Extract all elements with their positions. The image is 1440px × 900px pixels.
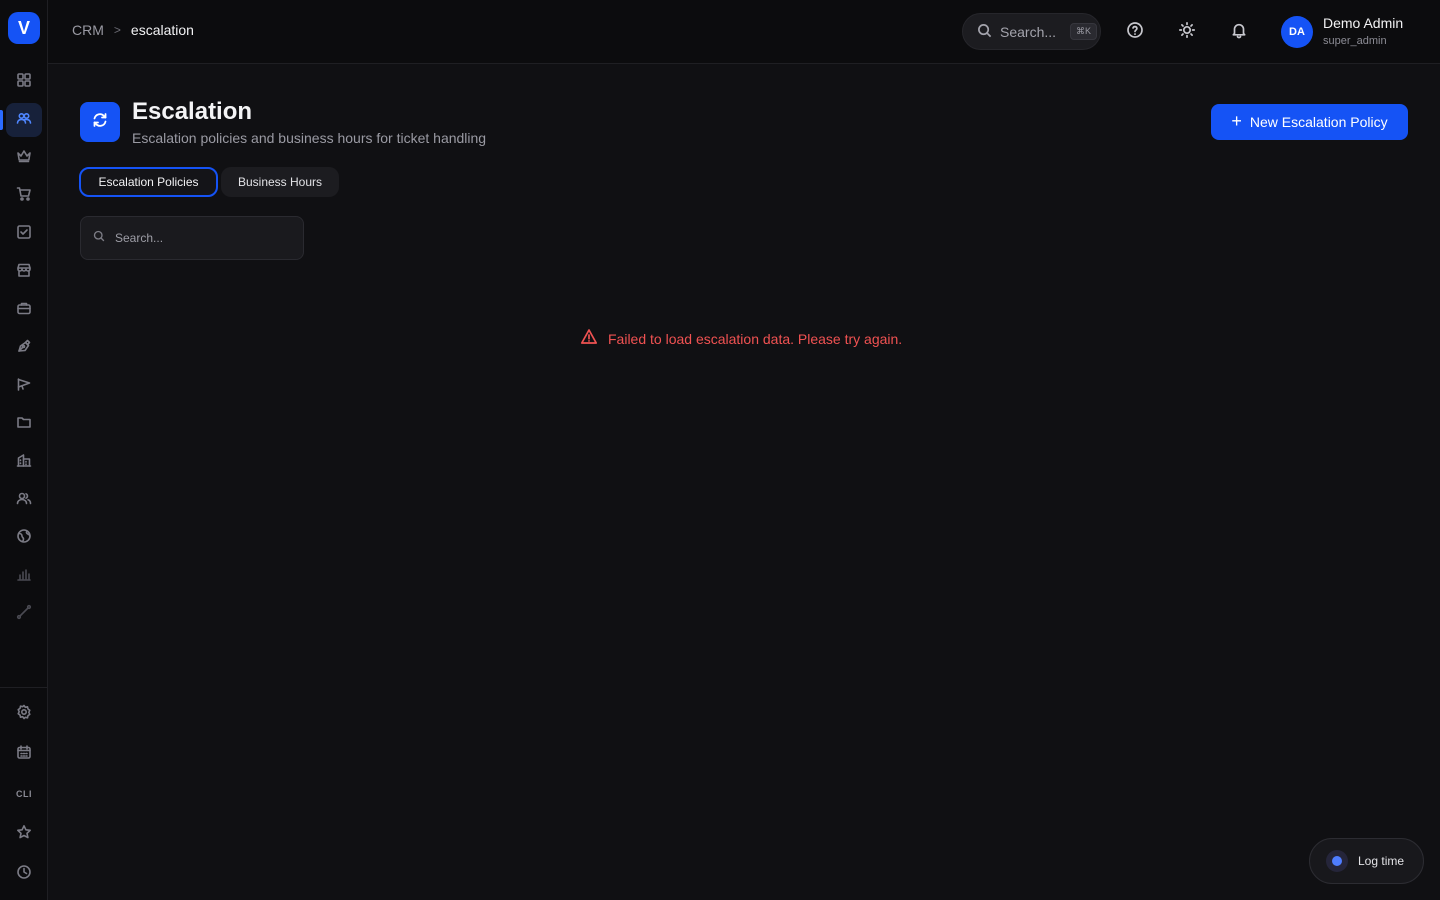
search-input[interactable] — [115, 231, 285, 245]
calendar-icon — [16, 744, 32, 765]
page-subtitle: Escalation policies and business hours f… — [132, 130, 487, 146]
sidebar-item-tasks[interactable] — [6, 217, 42, 251]
sidebar-item-design[interactable] — [6, 331, 42, 365]
log-time-button[interactable]: Log time — [1309, 838, 1424, 884]
page-title: Escalation — [132, 98, 253, 125]
sidebar-item-crown[interactable] — [6, 141, 42, 175]
sidebar-item-campaigns[interactable] — [6, 369, 42, 403]
global-search-button[interactable]: Search... ⌘K — [962, 13, 1101, 50]
page-icon — [80, 102, 120, 142]
sidebar-divider — [0, 687, 48, 688]
sun-icon — [1178, 21, 1196, 44]
keyboard-shortcut-badge: ⌘K — [1070, 23, 1098, 40]
megaphone-icon — [16, 376, 32, 397]
star-icon — [16, 824, 32, 845]
top-bar: CRM > escalation Search... ⌘K DA Demo Ad… — [48, 0, 1440, 64]
sidebar-item-cli[interactable]: CLI — [6, 777, 42, 811]
sidebar-item-files[interactable] — [6, 407, 42, 441]
crown-icon — [16, 148, 32, 169]
search-field[interactable] — [80, 216, 304, 260]
sidebar-item-favorites[interactable] — [6, 817, 42, 851]
bar-chart-icon — [16, 566, 32, 587]
sidebar-item-web[interactable] — [6, 521, 42, 555]
log-time-label: Log time — [1358, 854, 1405, 868]
active-indicator — [0, 110, 3, 130]
folder-icon — [16, 414, 32, 435]
pen-tool-icon — [16, 338, 32, 359]
sidebar-item-team[interactable] — [6, 483, 42, 517]
help-button[interactable] — [1123, 20, 1147, 44]
sidebar-item-store[interactable] — [6, 255, 42, 289]
users-icon — [16, 110, 32, 131]
sidebar-item-dashboard[interactable] — [6, 65, 42, 99]
breadcrumb: CRM > escalation — [72, 22, 194, 38]
search-icon — [93, 229, 105, 247]
building-icon — [16, 452, 32, 473]
error-text: Failed to load escalation data. Please t… — [608, 330, 903, 347]
breadcrumb-current: escalation — [130, 22, 194, 38]
shopping-cart-icon — [16, 186, 32, 207]
sidebar-item-settings[interactable] — [6, 697, 42, 731]
user-name[interactable]: Demo Admin — [1323, 15, 1403, 31]
theme-toggle-button[interactable] — [1175, 20, 1199, 44]
app-logo[interactable]: V — [8, 12, 40, 44]
refresh-arrows-icon — [90, 110, 110, 135]
store-icon — [16, 262, 32, 283]
dashboard-grid-icon — [16, 72, 32, 93]
cli-icon: CLI — [16, 789, 32, 799]
settings-gear-icon — [16, 704, 32, 725]
timer-icon — [1326, 850, 1348, 872]
sidebar-item-crm[interactable] — [6, 103, 42, 137]
briefcase-icon — [16, 300, 32, 321]
tab-escalation-policies[interactable]: Escalation Policies — [79, 167, 218, 197]
tab-business-hours[interactable]: Business Hours — [221, 167, 339, 197]
sidebar: V CLI — [0, 0, 48, 900]
bell-icon — [1230, 21, 1248, 44]
user-role: super_admin — [1323, 35, 1387, 47]
plus-icon: + — [1231, 111, 1242, 131]
alert-triangle-icon — [580, 328, 598, 349]
checkbox-icon — [16, 224, 32, 245]
sidebar-item-history[interactable] — [6, 857, 42, 891]
sidebar-item-jobs[interactable] — [6, 293, 42, 327]
clock-icon — [16, 864, 32, 885]
avatar[interactable]: DA — [1281, 16, 1313, 48]
team-icon — [16, 490, 32, 511]
notifications-button[interactable] — [1227, 20, 1251, 44]
new-escalation-policy-button[interactable]: + New Escalation Policy — [1211, 104, 1408, 140]
search-icon — [977, 23, 992, 41]
sidebar-item-analytics[interactable] — [6, 559, 42, 593]
sidebar-item-companies[interactable] — [6, 445, 42, 479]
breadcrumb-crm-link[interactable]: CRM — [72, 22, 104, 38]
help-circle-icon — [1126, 21, 1144, 44]
global-search-label: Search... — [1000, 23, 1057, 40]
error-message: Failed to load escalation data. Please t… — [580, 328, 902, 349]
sidebar-item-calendar[interactable] — [6, 737, 42, 771]
route-icon — [16, 604, 32, 625]
sidebar-item-routes[interactable] — [6, 597, 42, 631]
sidebar-item-cart[interactable] — [6, 179, 42, 213]
chevron-right-icon: > — [113, 23, 121, 37]
globe-icon — [16, 528, 32, 549]
new-escalation-policy-label: New Escalation Policy — [1249, 114, 1388, 130]
